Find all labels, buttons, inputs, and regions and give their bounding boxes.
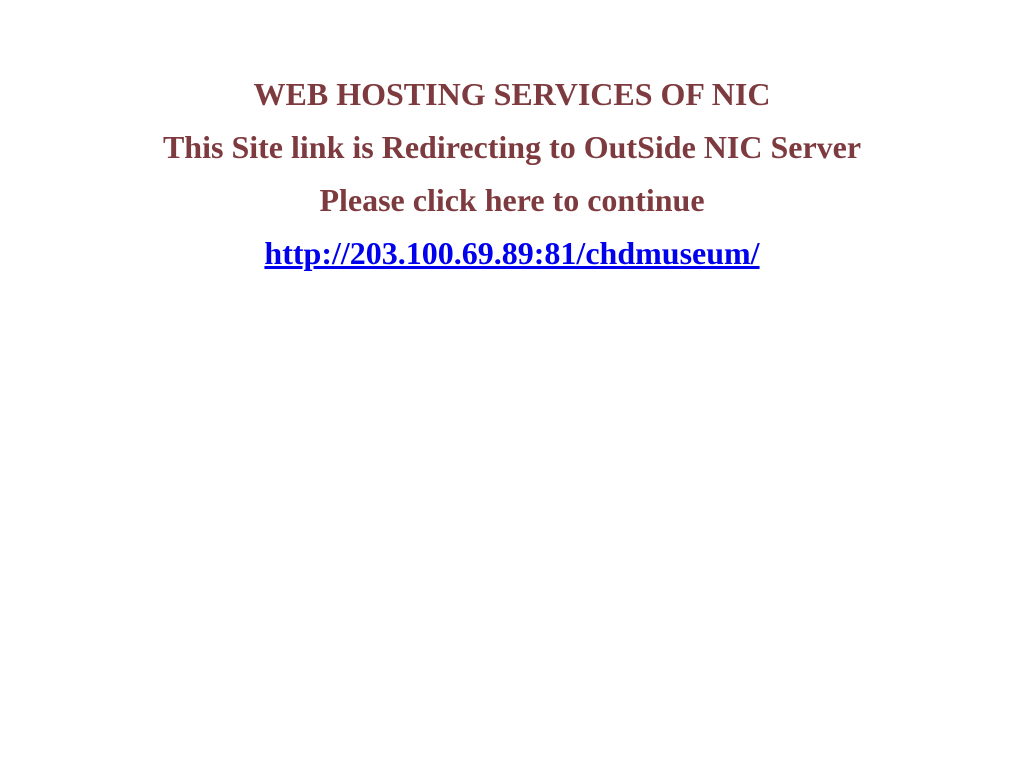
redirect-page: WEB HOSTING SERVICES OF NIC This Site li… (0, 0, 1024, 768)
redirect-link[interactable]: http://203.100.69.89:81/chdmuseum/ (264, 235, 759, 271)
redirect-link-container: http://203.100.69.89:81/chdmuseum/ (0, 233, 1024, 286)
redirect-notice: WEB HOSTING SERVICES OF NIC This Site li… (0, 74, 1024, 286)
continue-instruction: Please click here to continue (319, 182, 705, 218)
page-heading: WEB HOSTING SERVICES OF NIC (253, 76, 771, 112)
redirect-message: This Site link is Redirecting to OutSide… (162, 129, 862, 165)
